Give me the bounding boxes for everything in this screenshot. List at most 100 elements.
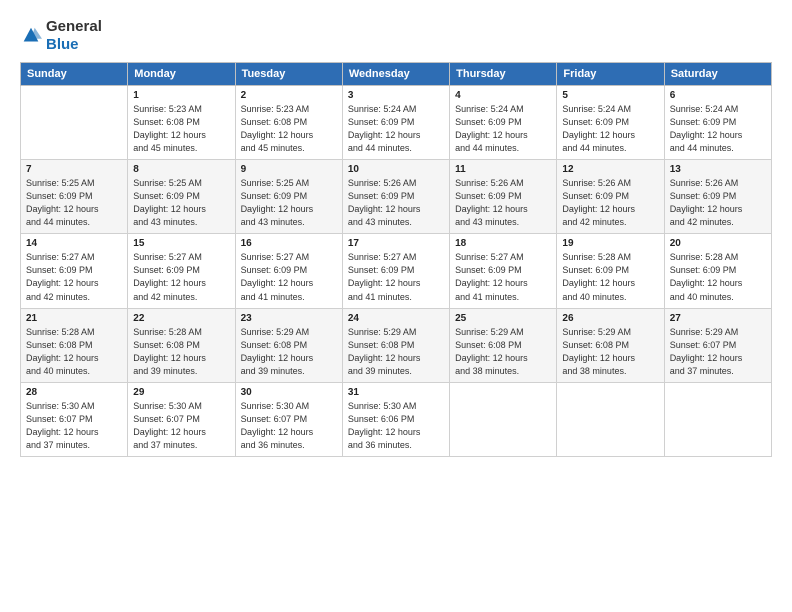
day-info: Sunrise: 5:28 AMSunset: 6:08 PMDaylight:… — [133, 326, 229, 378]
day-info: Sunrise: 5:29 AMSunset: 6:08 PMDaylight:… — [241, 326, 337, 378]
day-number: 6 — [670, 90, 766, 101]
day-info: Sunrise: 5:25 AMSunset: 6:09 PMDaylight:… — [241, 177, 337, 229]
calendar-cell: 29 Sunrise: 5:30 AMSunset: 6:07 PMDayligh… — [128, 382, 235, 456]
day-info: Sunrise: 5:23 AMSunset: 6:08 PMDaylight:… — [241, 103, 337, 155]
day-info: Sunrise: 5:24 AMSunset: 6:09 PMDaylight:… — [562, 103, 658, 155]
calendar-cell: 10 Sunrise: 5:26 AMSunset: 6:09 PMDayligh… — [342, 160, 449, 234]
calendar-cell: 27 Sunrise: 5:29 AMSunset: 6:07 PMDayligh… — [664, 308, 771, 382]
day-number: 15 — [133, 238, 229, 249]
day-number: 5 — [562, 90, 658, 101]
calendar-cell: 11Sunrise: 5:26 AMSunset: 6:09 PMDayligh… — [450, 160, 557, 234]
calendar-cell: 18 Sunrise: 5:27 AMSunset: 6:09 PMDayligh… — [450, 234, 557, 308]
weekday-header-tuesday: Tuesday — [235, 63, 342, 86]
day-number: 19 — [562, 238, 658, 249]
day-info: Sunrise: 5:30 AMSunset: 6:07 PMDaylight:… — [133, 400, 229, 452]
day-number: 30 — [241, 387, 337, 398]
day-number: 20 — [670, 238, 766, 249]
calendar-cell: 19 Sunrise: 5:28 AMSunset: 6:09 PMDayligh… — [557, 234, 664, 308]
day-info: Sunrise: 5:27 AMSunset: 6:09 PMDaylight:… — [241, 251, 337, 303]
day-info: Sunrise: 5:28 AMSunset: 6:08 PMDaylight:… — [26, 326, 122, 378]
calendar-cell: 26 Sunrise: 5:29 AMSunset: 6:08 PMDayligh… — [557, 308, 664, 382]
day-info: Sunrise: 5:29 AMSunset: 6:08 PMDaylight:… — [455, 326, 551, 378]
calendar-cell: 16 Sunrise: 5:27 AMSunset: 6:09 PMDayligh… — [235, 234, 342, 308]
calendar-cell — [21, 86, 128, 160]
day-info: Sunrise: 5:27 AMSunset: 6:09 PMDaylight:… — [455, 251, 551, 303]
day-number: 1 — [133, 90, 229, 101]
day-info: Sunrise: 5:27 AMSunset: 6:09 PMDaylight:… — [26, 251, 122, 303]
calendar-cell: 7 Sunrise: 5:25 AMSunset: 6:09 PMDaylight… — [21, 160, 128, 234]
calendar-cell: 1 Sunrise: 5:23 AMSunset: 6:08 PMDaylight… — [128, 86, 235, 160]
weekday-header-saturday: Saturday — [664, 63, 771, 86]
day-info: Sunrise: 5:25 AMSunset: 6:09 PMDaylight:… — [133, 177, 229, 229]
day-info: Sunrise: 5:28 AMSunset: 6:09 PMDaylight:… — [562, 251, 658, 303]
day-number: 27 — [670, 313, 766, 324]
day-number: 4 — [455, 90, 551, 101]
weekday-header-wednesday: Wednesday — [342, 63, 449, 86]
calendar-cell: 25 Sunrise: 5:29 AMSunset: 6:08 PMDayligh… — [450, 308, 557, 382]
calendar-cell: 15 Sunrise: 5:27 AMSunset: 6:09 PMDayligh… — [128, 234, 235, 308]
day-number: 26 — [562, 313, 658, 324]
calendar-cell: 8 Sunrise: 5:25 AMSunset: 6:09 PMDaylight… — [128, 160, 235, 234]
day-info: Sunrise: 5:30 AMSunset: 6:07 PMDaylight:… — [26, 400, 122, 452]
calendar-cell: 14 Sunrise: 5:27 AMSunset: 6:09 PMDayligh… — [21, 234, 128, 308]
day-number: 25 — [455, 313, 551, 324]
day-info: Sunrise: 5:30 AMSunset: 6:06 PMDaylight:… — [348, 400, 444, 452]
calendar-cell: 3 Sunrise: 5:24 AMSunset: 6:09 PMDaylight… — [342, 86, 449, 160]
calendar-cell: 5 Sunrise: 5:24 AMSunset: 6:09 PMDaylight… — [557, 86, 664, 160]
day-info: Sunrise: 5:30 AMSunset: 6:07 PMDaylight:… — [241, 400, 337, 452]
day-number: 8 — [133, 164, 229, 175]
day-number: 31 — [348, 387, 444, 398]
day-number: 9 — [241, 164, 337, 175]
day-number: 3 — [348, 90, 444, 101]
day-number: 7 — [26, 164, 122, 175]
calendar-cell: 28 Sunrise: 5:30 AMSunset: 6:07 PMDayligh… — [21, 382, 128, 456]
day-number: 22 — [133, 313, 229, 324]
day-info: Sunrise: 5:26 AMSunset: 6:09 PMDaylight:… — [348, 177, 444, 229]
day-info: Sunrise: 5:29 AMSunset: 6:08 PMDaylight:… — [562, 326, 658, 378]
day-number: 17 — [348, 238, 444, 249]
day-info: Sunrise: 5:26 AMSunset: 6:09 PMDaylight:… — [455, 177, 551, 229]
calendar-cell: 30 Sunrise: 5:30 AMSunset: 6:07 PMDayligh… — [235, 382, 342, 456]
day-info: Sunrise: 5:26 AMSunset: 6:09 PMDaylight:… — [562, 177, 658, 229]
day-info: Sunrise: 5:25 AMSunset: 6:09 PMDaylight:… — [26, 177, 122, 229]
day-number: 13 — [670, 164, 766, 175]
calendar-cell: 31 Sunrise: 5:30 AMSunset: 6:06 PMDayligh… — [342, 382, 449, 456]
weekday-header-sunday: Sunday — [21, 63, 128, 86]
calendar-cell: 9 Sunrise: 5:25 AMSunset: 6:09 PMDaylight… — [235, 160, 342, 234]
weekday-header-monday: Monday — [128, 63, 235, 86]
calendar-cell: 6Sunrise: 5:24 AMSunset: 6:09 PMDaylight… — [664, 86, 771, 160]
day-number: 2 — [241, 90, 337, 101]
logo-blue: Blue — [46, 36, 79, 53]
calendar-cell: 22 Sunrise: 5:28 AMSunset: 6:08 PMDayligh… — [128, 308, 235, 382]
day-info: Sunrise: 5:29 AMSunset: 6:07 PMDaylight:… — [670, 326, 766, 378]
calendar-cell: 17 Sunrise: 5:27 AMSunset: 6:09 PMDayligh… — [342, 234, 449, 308]
calendar-cell: 4 Sunrise: 5:24 AMSunset: 6:09 PMDaylight… — [450, 86, 557, 160]
day-number: 28 — [26, 387, 122, 398]
logo-general: General — [46, 18, 102, 35]
calendar-cell — [450, 382, 557, 456]
day-number: 18 — [455, 238, 551, 249]
calendar-cell: 20Sunrise: 5:28 AMSunset: 6:09 PMDayligh… — [664, 234, 771, 308]
day-info: Sunrise: 5:27 AMSunset: 6:09 PMDaylight:… — [348, 251, 444, 303]
day-number: 23 — [241, 313, 337, 324]
calendar-cell: 21 Sunrise: 5:28 AMSunset: 6:08 PMDayligh… — [21, 308, 128, 382]
day-info: Sunrise: 5:24 AMSunset: 6:09 PMDaylight:… — [348, 103, 444, 155]
day-number: 10 — [348, 164, 444, 175]
day-info: Sunrise: 5:24 AMSunset: 6:09 PMDaylight:… — [455, 103, 551, 155]
day-number: 12 — [562, 164, 658, 175]
calendar-table: SundayMondayTuesdayWednesdayThursdayFrid… — [20, 62, 772, 457]
calendar-cell — [557, 382, 664, 456]
calendar-cell — [664, 382, 771, 456]
calendar-cell: 24Sunrise: 5:29 AMSunset: 6:08 PMDayligh… — [342, 308, 449, 382]
day-number: 14 — [26, 238, 122, 249]
weekday-header-thursday: Thursday — [450, 63, 557, 86]
day-number: 16 — [241, 238, 337, 249]
day-number: 21 — [26, 313, 122, 324]
calendar-cell: 13 Sunrise: 5:26 AMSunset: 6:09 PMDayligh… — [664, 160, 771, 234]
weekday-header-friday: Friday — [557, 63, 664, 86]
day-number: 29 — [133, 387, 229, 398]
day-info: Sunrise: 5:23 AMSunset: 6:08 PMDaylight:… — [133, 103, 229, 155]
day-info: Sunrise: 5:27 AMSunset: 6:09 PMDaylight:… — [133, 251, 229, 303]
day-info: Sunrise: 5:26 AMSunset: 6:09 PMDaylight:… — [670, 177, 766, 229]
day-number: 24 — [348, 313, 444, 324]
